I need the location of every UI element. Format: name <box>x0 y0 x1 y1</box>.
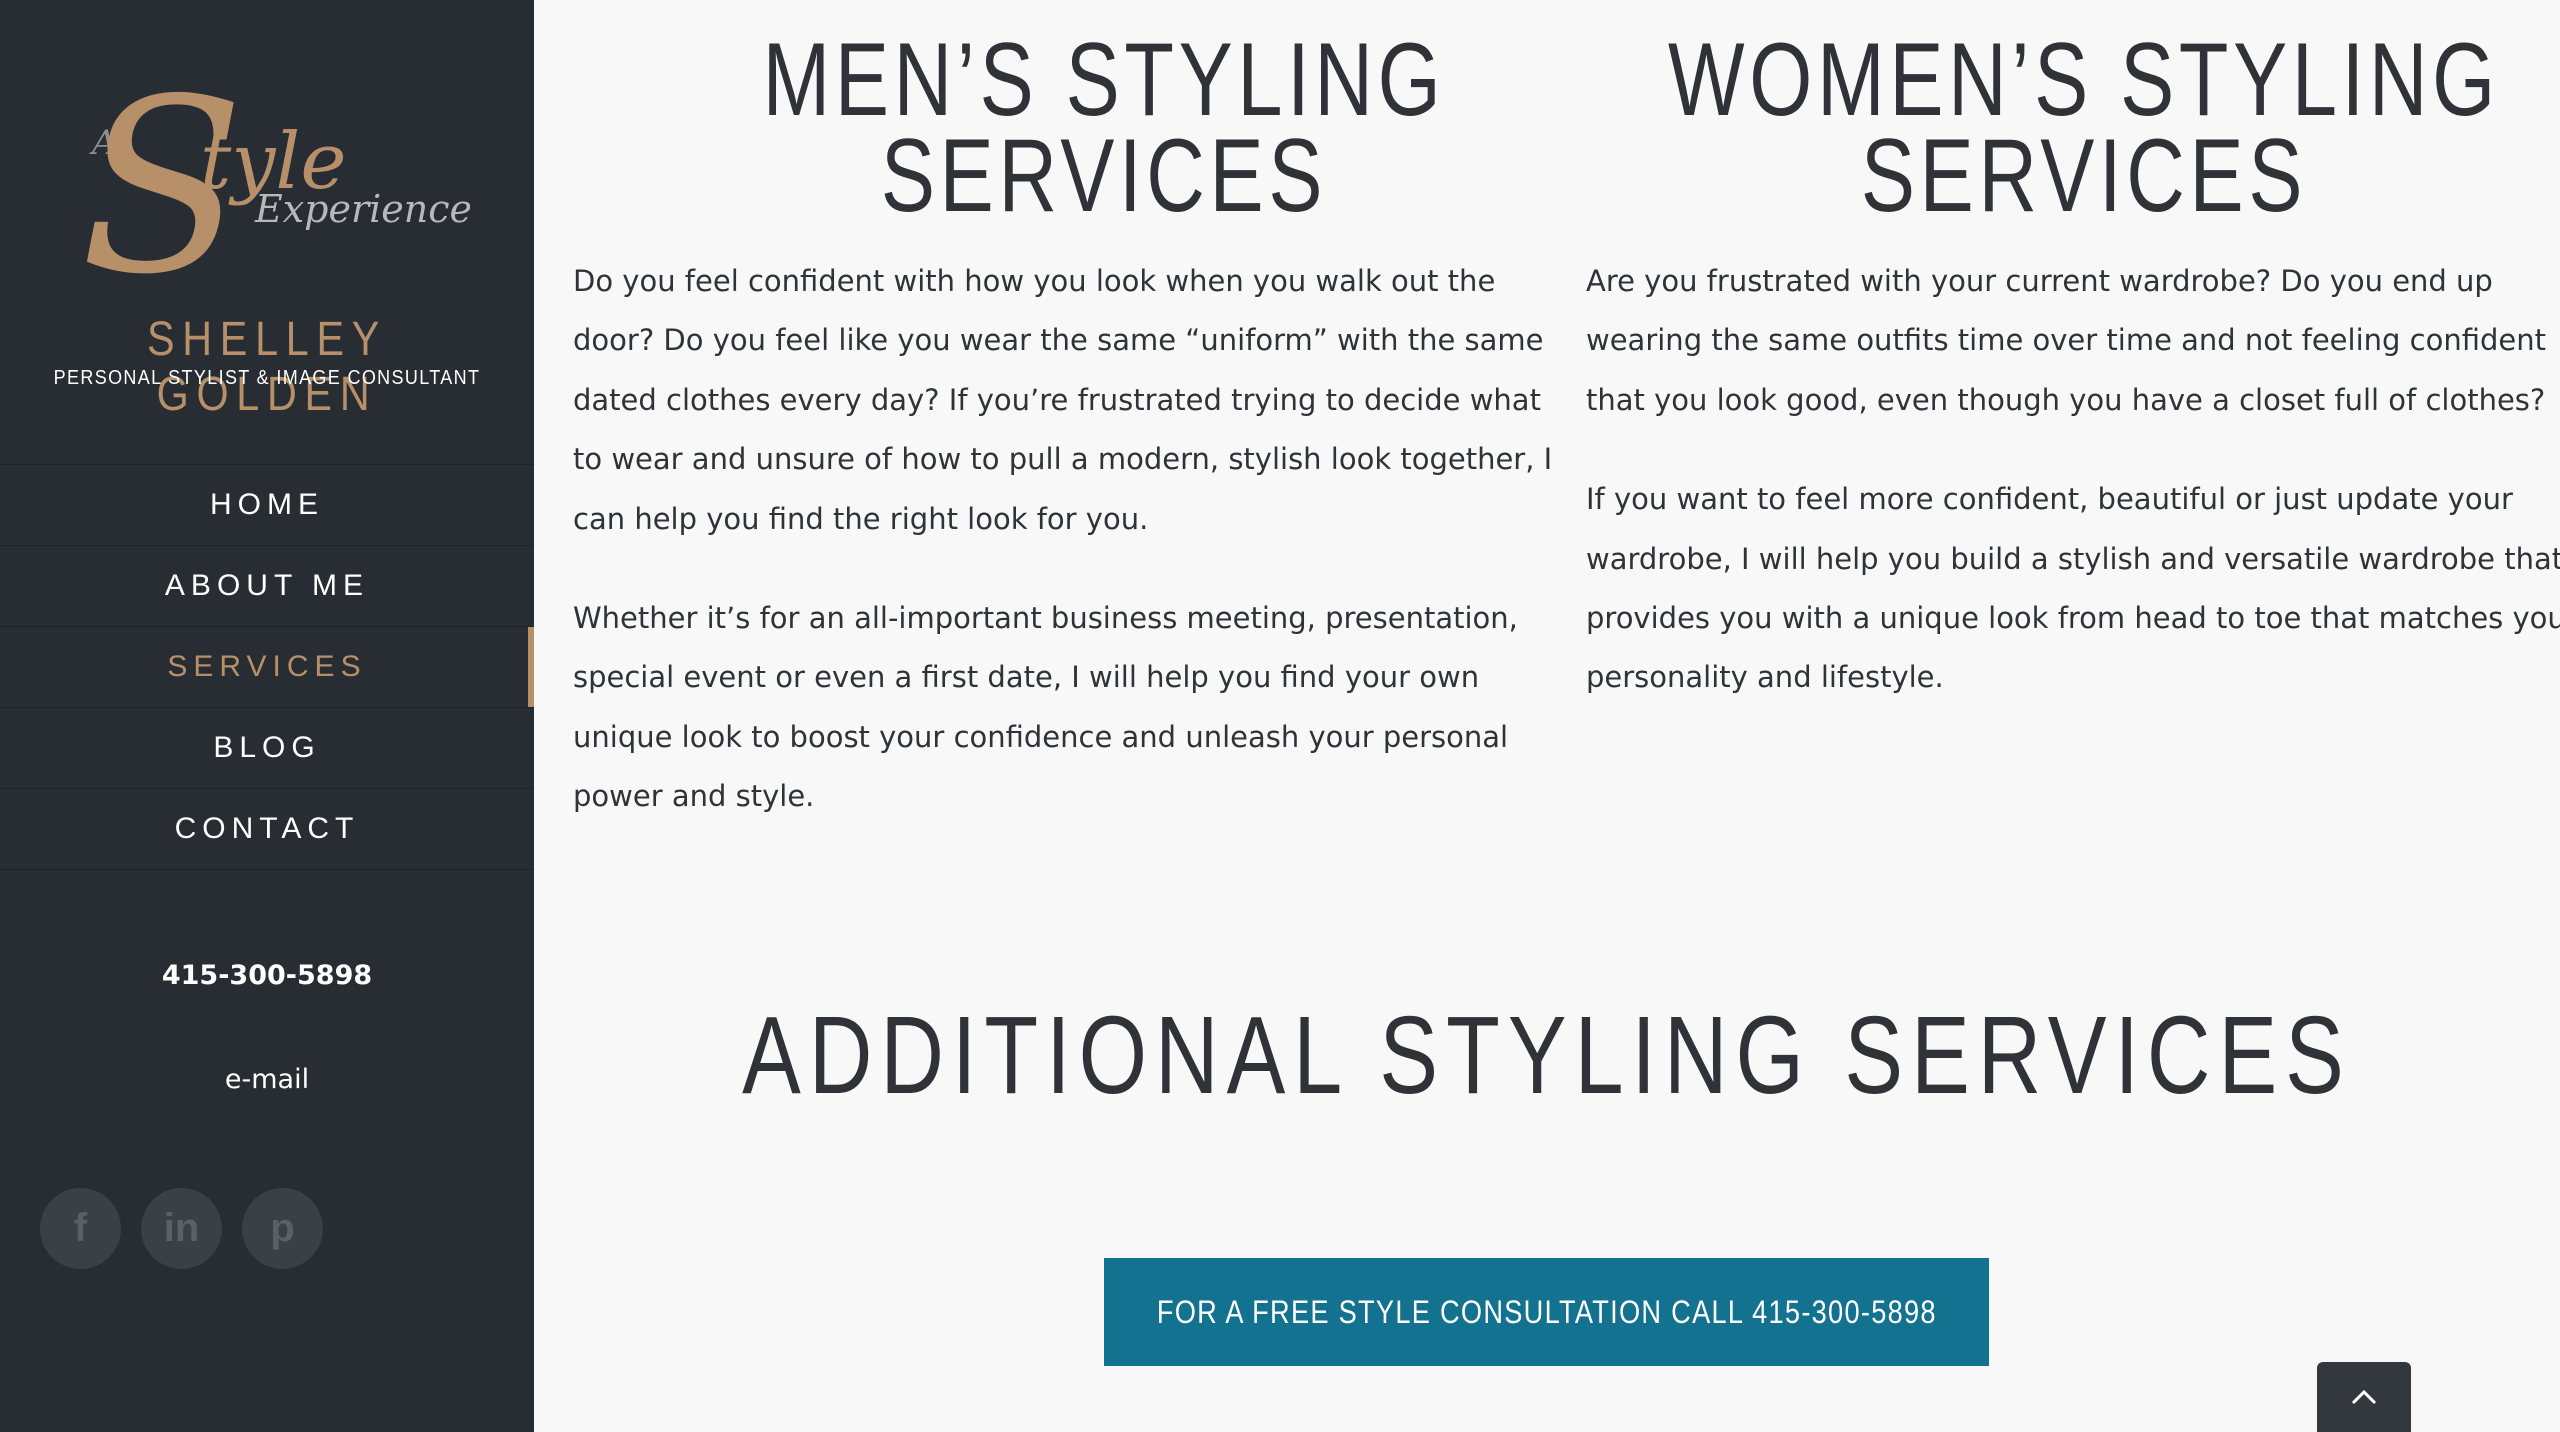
womens-services-heading: WOMEN’S STYLING SERVICES <box>1663 28 2505 228</box>
mens-paragraph-1: Do you feel confident with how you look … <box>573 264 1553 536</box>
nav-item-home[interactable]: HOME <box>0 465 534 546</box>
free-consultation-button[interactable]: FOR A FREE STYLE CONSULTATION CALL 415-3… <box>1104 1258 1989 1366</box>
mens-heading-line2: SERVICES <box>880 118 1328 234</box>
sidebar-email-link[interactable]: e-mail <box>0 1064 534 1095</box>
nav-item-services[interactable]: SERVICES <box>0 627 534 708</box>
womens-heading-line2: SERVICES <box>1860 118 2308 234</box>
logo-graphic: A S tyle Experience <box>80 47 472 327</box>
facebook-icon[interactable]: f <box>40 1188 121 1269</box>
additional-services-heading: ADDITIONAL STYLING SERVICES <box>742 994 2352 1117</box>
womens-paragraph-2: If you want to feel more confident, beau… <box>1586 482 2560 695</box>
free-consultation-label: FOR A FREE STYLE CONSULTATION CALL 415-3… <box>1156 1293 1937 1330</box>
womens-services-text: Are you frustrated with your current war… <box>1586 252 2560 748</box>
svg-text:Experience: Experience <box>254 187 470 231</box>
linkedin-icon[interactable]: in <box>141 1188 222 1269</box>
pinterest-icon[interactable]: p <box>242 1188 323 1269</box>
sidebar: A S tyle Experience SHELLEY GOLDEN PERSO… <box>0 0 534 1432</box>
nav-item-blog[interactable]: BLOG <box>0 708 534 789</box>
nav-item-contact[interactable]: CONTACT <box>0 789 534 870</box>
main-content: MEN’S STYLING SERVICES WOMEN’S STYLING S… <box>534 0 2560 1432</box>
mens-services-text: Do you feel confident with how you look … <box>573 252 1573 867</box>
site-logo[interactable]: A S tyle Experience <box>70 47 472 327</box>
main-nav: HOME ABOUT ME SERVICES BLOG CONTACT <box>0 464 534 870</box>
mens-services-heading: MEN’S STYLING SERVICES <box>683 28 1525 228</box>
social-links: f in p <box>40 1188 323 1269</box>
womens-paragraph-1: Are you frustrated with your current war… <box>1586 264 2546 417</box>
brand-subtitle: PERSONAL STYLIST & IMAGE CONSULTANT <box>53 367 481 389</box>
chevron-up-icon <box>2351 1389 2377 1405</box>
mens-paragraph-2: Whether it’s for an all-important busine… <box>573 601 1518 814</box>
nav-item-about-me[interactable]: ABOUT ME <box>0 546 534 627</box>
sidebar-phone-link[interactable]: 415-300-5898 <box>0 960 534 991</box>
scroll-to-top-button[interactable] <box>2317 1362 2411 1432</box>
